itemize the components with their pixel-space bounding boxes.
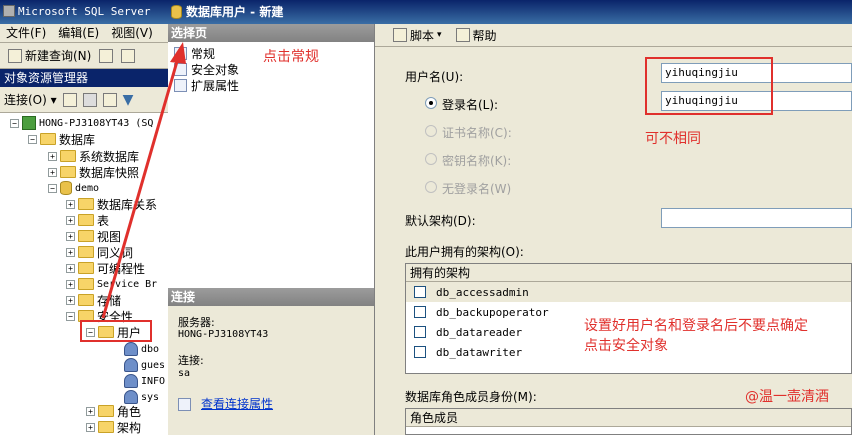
arrow-line — [101, 57, 180, 319]
annotation-note-line2: 点击安全对象 — [584, 338, 668, 354]
arrow-head-icon — [170, 42, 186, 64]
annotation-can-differ: 可不相同 — [645, 131, 701, 147]
watermark: @温一壶清酒 — [745, 389, 829, 405]
annotation-click-general: 点击常规 — [263, 49, 319, 65]
annotation-note-line1: 设置好用户名和登录名后不要点确定 — [584, 318, 808, 334]
annotation-arrow — [101, 42, 186, 319]
